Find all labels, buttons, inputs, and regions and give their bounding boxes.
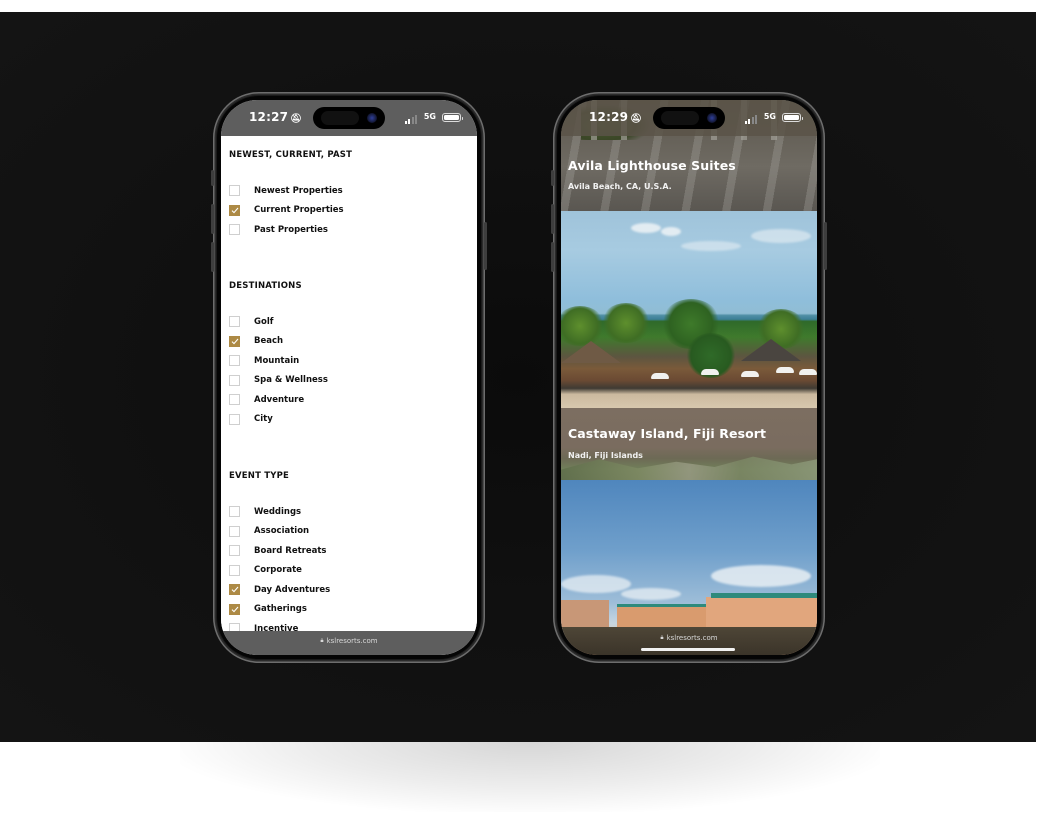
filter-option[interactable]: Adventure [229, 390, 328, 410]
filter-option[interactable]: Day Adventures [229, 580, 330, 600]
filter-option[interactable]: Spa & Wellness [229, 371, 328, 391]
status-bar: 12:27 🔕︎ 5G [221, 100, 477, 136]
filter-option-label: Newest Properties [254, 185, 343, 196]
phone-mockup-filters: 12:27 🔕︎ 5G NEWEST, CURRENT, PAST Newest … [211, 92, 487, 663]
filter-option-label: City [254, 414, 273, 425]
filter-option-label: Beach [254, 336, 284, 347]
status-time: 12:27 🔕︎ [249, 110, 302, 124]
bell-slash-icon: 🔕︎ [630, 114, 642, 124]
camera-icon [707, 113, 717, 123]
filter-option[interactable]: Mountain [229, 351, 328, 371]
filter-option[interactable]: Weddings [229, 502, 330, 522]
filter-option-label: Board Retreats [254, 545, 327, 556]
checkbox-checked[interactable] [229, 204, 240, 216]
property-caption: Castaway Island, Fiji Resort Nadi, Fiji … [561, 408, 817, 480]
filter-option-label: Gatherings [254, 604, 307, 615]
property-location: Nadi, Fiji Islands [568, 451, 643, 460]
filter-option-label: Day Adventures [254, 584, 331, 595]
filter-option-label: Adventure [254, 394, 305, 405]
checkbox[interactable] [229, 525, 240, 537]
phone-screen: 12:27 🔕︎ 5G NEWEST, CURRENT, PAST Newest … [221, 100, 477, 655]
filter-panel: NEWEST, CURRENT, PAST Newest Properties C… [221, 136, 477, 635]
filter-group-event-type: EVENT TYPE Weddings Association Board Retr… [229, 471, 330, 639]
battery-icon [782, 113, 803, 122]
filter-option[interactable]: Beach [229, 332, 328, 352]
checkbox[interactable] [229, 564, 240, 576]
power-button [484, 222, 487, 270]
bell-slash-icon: 🔕︎ [290, 114, 302, 124]
property-card-castaway[interactable]: Castaway Island, Fiji Resort Nadi, Fiji … [561, 211, 817, 480]
status-bar: 12:29 🔕︎ 5G [561, 100, 817, 136]
checkbox-checked[interactable] [229, 335, 240, 347]
checkmark-icon [231, 606, 238, 613]
filter-option-label: Weddings [254, 506, 302, 517]
checkbox[interactable] [229, 413, 240, 425]
filter-option-label: Spa & Wellness [254, 375, 328, 386]
property-photo [561, 211, 817, 408]
checkbox[interactable] [229, 506, 240, 518]
url-text: kslresorts.com [326, 637, 378, 645]
checkbox-checked[interactable] [229, 584, 240, 596]
filter-option[interactable]: Gatherings [229, 600, 330, 620]
volume-down-button [551, 242, 554, 272]
checkbox[interactable] [229, 185, 240, 197]
status-time: 12:29 🔕︎ [589, 110, 642, 124]
lock-icon: 🔒︎ [320, 637, 324, 644]
filter-option[interactable]: Board Retreats [229, 541, 330, 561]
filter-option[interactable]: Golf [229, 312, 328, 332]
filter-option[interactable]: Association [229, 522, 330, 542]
property-name[interactable]: Castaway Island, Fiji Resort [568, 426, 766, 441]
filter-group-destinations: DESTINATIONS Golf Beach Mountain Spa & Well… [229, 281, 328, 429]
filter-option[interactable]: Corporate [229, 561, 330, 581]
dynamic-island [653, 107, 725, 129]
browser-url-bar[interactable]: 🔒︎ kslresorts.com [221, 631, 477, 655]
checkbox[interactable] [229, 545, 240, 557]
home-indicator[interactable] [641, 648, 735, 651]
volume-up-button [211, 204, 214, 234]
filter-group-heading: NEWEST, CURRENT, PAST [229, 150, 353, 160]
signal-icon [404, 115, 417, 124]
filter-option-label: Corporate [254, 565, 302, 576]
network-label: 5G [763, 112, 776, 121]
filter-option-label: Past Properties [254, 224, 328, 235]
checkbox-checked[interactable] [229, 603, 240, 615]
filter-group-newest-current-past: NEWEST, CURRENT, PAST Newest Properties C… [229, 150, 352, 240]
url-text: kslresorts.com [666, 634, 718, 642]
drop-shadow [180, 742, 880, 812]
action-button [551, 170, 554, 186]
filter-option[interactable]: Past Properties [229, 220, 352, 240]
filter-option-label: Association [254, 526, 310, 537]
network-label: 5G [423, 112, 436, 121]
power-button [824, 222, 827, 270]
lock-icon: 🔒︎ [660, 634, 664, 641]
filter-option[interactable]: City [229, 410, 328, 430]
filter-option[interactable]: Current Properties [229, 201, 352, 221]
checkbox[interactable] [229, 224, 240, 236]
property-location: Avila Beach, CA, U.S.A. [568, 182, 672, 191]
filter-option-label: Current Properties [254, 205, 344, 216]
checkbox[interactable] [229, 374, 240, 386]
dynamic-island [313, 107, 385, 129]
battery-icon [442, 113, 463, 122]
action-button [211, 170, 214, 186]
filter-option[interactable]: Newest Properties [229, 181, 352, 201]
checkbox[interactable] [229, 394, 240, 406]
checkbox[interactable] [229, 355, 240, 367]
filter-group-heading: EVENT TYPE [229, 471, 290, 481]
filter-option-label: Mountain [254, 355, 300, 366]
signal-icon [744, 115, 757, 124]
checkmark-icon [231, 338, 238, 345]
volume-down-button [211, 242, 214, 272]
property-name[interactable]: Avila Lighthouse Suites [568, 158, 736, 173]
volume-up-button [551, 204, 554, 234]
phone-screen: Avila Lighthouse Suites Avila Beach, CA,… [561, 100, 817, 655]
checkmark-icon [231, 586, 238, 593]
phone-mockup-listings: Avila Lighthouse Suites Avila Beach, CA,… [551, 92, 827, 663]
presentation-background [0, 12, 1036, 742]
filter-option-label: Golf [254, 316, 274, 327]
camera-icon [367, 113, 377, 123]
checkmark-icon [231, 207, 238, 214]
checkbox[interactable] [229, 316, 240, 328]
filter-group-heading: DESTINATIONS [229, 281, 302, 291]
